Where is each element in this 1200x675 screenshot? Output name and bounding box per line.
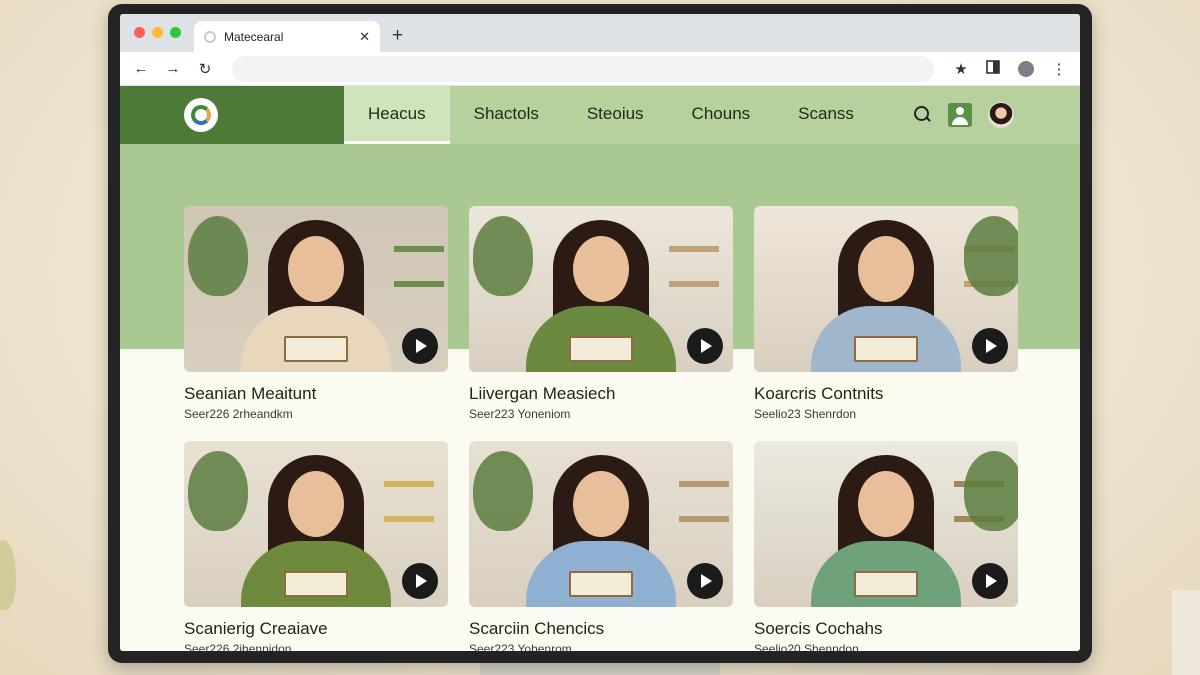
reload-icon[interactable]: ↻ (192, 60, 218, 78)
play-button-icon[interactable] (402, 328, 438, 364)
nav-item-heacus[interactable]: Heacus (344, 86, 450, 144)
video-grid: Seanian Meaitunt Seer226 2rheandkm Liive… (184, 206, 1018, 651)
shelf (669, 281, 719, 287)
video-card[interactable]: Scanierig Creaiave Seer226 2ihennidon (184, 441, 448, 651)
shelf (394, 246, 444, 252)
video-thumbnail[interactable] (184, 441, 448, 607)
tab-close-icon[interactable]: ✕ (359, 29, 370, 45)
maximize-window-button[interactable] (170, 27, 181, 38)
room-wall-object (1172, 590, 1200, 675)
video-card[interactable]: Scarciin Chencics Seer223 Yohenrom (469, 441, 733, 651)
plant (473, 216, 533, 296)
video-subtitle: Seelio20 Shenndon (754, 642, 859, 651)
video-subtitle: Seer226 2ihennidon (184, 642, 292, 651)
person-face (288, 471, 344, 537)
play-button-icon[interactable] (687, 328, 723, 364)
back-arrow-icon[interactable]: ← (128, 60, 154, 77)
shelf (679, 481, 729, 487)
tab-favicon-icon (204, 30, 216, 43)
tab-title: Matecearal (224, 29, 284, 44)
forward-arrow-icon[interactable]: → (160, 60, 186, 77)
plant (473, 451, 533, 531)
search-icon[interactable] (914, 106, 932, 124)
avatar[interactable] (988, 102, 1014, 128)
video-thumbnail[interactable] (469, 441, 733, 607)
person-face (573, 236, 629, 302)
site-header: Heacus Shactols Steoius Chouns Scanss (120, 86, 1080, 144)
bookmark-star-icon[interactable]: ★ (948, 60, 974, 78)
user-icon[interactable] (948, 103, 972, 127)
nav-item-chouns[interactable]: Chouns (668, 86, 775, 144)
play-button-icon[interactable] (402, 563, 438, 599)
shelf (679, 516, 729, 522)
window-controls (134, 27, 181, 38)
play-button-icon[interactable] (972, 563, 1008, 599)
video-title[interactable]: Liivergan Measiech (469, 384, 733, 404)
person-face (573, 471, 629, 537)
plant (188, 451, 248, 531)
main-content: Seanian Meaitunt Seer226 2rheandkm Liive… (120, 144, 1080, 651)
nav-item-steoius[interactable]: Steoius (563, 86, 668, 144)
video-title[interactable]: Seanian Meaitunt (184, 384, 448, 404)
minimize-window-button[interactable] (152, 27, 163, 38)
plant (188, 216, 248, 296)
profile-icon[interactable] (1018, 60, 1034, 77)
new-tab-button[interactable]: + (392, 25, 403, 47)
nav-item-scanss[interactable]: Scanss (774, 86, 878, 144)
book (569, 571, 633, 597)
video-title[interactable]: Scanierig Creaiave (184, 619, 448, 639)
video-thumbnail[interactable] (754, 441, 1018, 607)
video-subtitle: Seelio23 Shenrdon (754, 407, 857, 421)
video-subtitle: Seer226 2rheandkm (184, 407, 293, 421)
person-face (858, 471, 914, 537)
menu-kebab-icon[interactable]: ⋮ (1046, 60, 1072, 78)
address-bar[interactable] (232, 55, 934, 82)
video-card[interactable]: Koarcris Contnits Seelio23 Shenrdon (754, 206, 1018, 441)
book (569, 336, 633, 362)
side-panel-icon[interactable] (980, 59, 1006, 78)
shelf (384, 516, 434, 522)
person-face (288, 236, 344, 302)
logo-ring-icon (191, 105, 211, 125)
plant (964, 216, 1018, 296)
nav-item-shactols[interactable]: Shactols (450, 86, 563, 144)
play-button-icon[interactable] (972, 328, 1008, 364)
room-plant (0, 540, 16, 610)
video-thumbnail[interactable] (184, 206, 448, 372)
book (284, 571, 348, 597)
book (854, 571, 918, 597)
video-card[interactable]: Liivergan Measiech Seer223 Yoneniom (469, 206, 733, 441)
main-nav: Heacus Shactols Steoius Chouns Scanss (344, 86, 878, 144)
plant (964, 451, 1018, 531)
monitor: Matecearal ✕ + ← → ↻ ★ ⋮ Heacus Shactols (108, 4, 1092, 663)
video-card[interactable]: Soercis Cochahs Seelio20 Shenndon (754, 441, 1018, 651)
site-logo[interactable] (184, 98, 218, 132)
shelf (384, 481, 434, 487)
screen: Matecearal ✕ + ← → ↻ ★ ⋮ Heacus Shactols (120, 14, 1080, 651)
browser-tab[interactable]: Matecearal ✕ (194, 21, 380, 52)
play-button-icon[interactable] (687, 563, 723, 599)
shelf (394, 281, 444, 287)
video-title[interactable]: Soercis Cochahs (754, 619, 1018, 639)
header-tools (914, 86, 1080, 144)
video-title[interactable]: Scarciin Chencics (469, 619, 733, 639)
video-card[interactable]: Seanian Meaitunt Seer226 2rheandkm (184, 206, 448, 441)
video-thumbnail[interactable] (469, 206, 733, 372)
video-thumbnail[interactable] (754, 206, 1018, 372)
browser-tabbar: Matecearal ✕ + (120, 14, 1080, 52)
book (284, 336, 348, 362)
video-subtitle: Seer223 Yohenrom (469, 642, 572, 651)
video-title[interactable]: Koarcris Contnits (754, 384, 1018, 404)
browser-toolbar: ← → ↻ ★ ⋮ (120, 52, 1080, 86)
shelf (669, 246, 719, 252)
video-subtitle: Seer223 Yoneniom (469, 407, 571, 421)
close-window-button[interactable] (134, 27, 145, 38)
person-face (858, 236, 914, 302)
book (854, 336, 918, 362)
logo-area (120, 86, 344, 144)
